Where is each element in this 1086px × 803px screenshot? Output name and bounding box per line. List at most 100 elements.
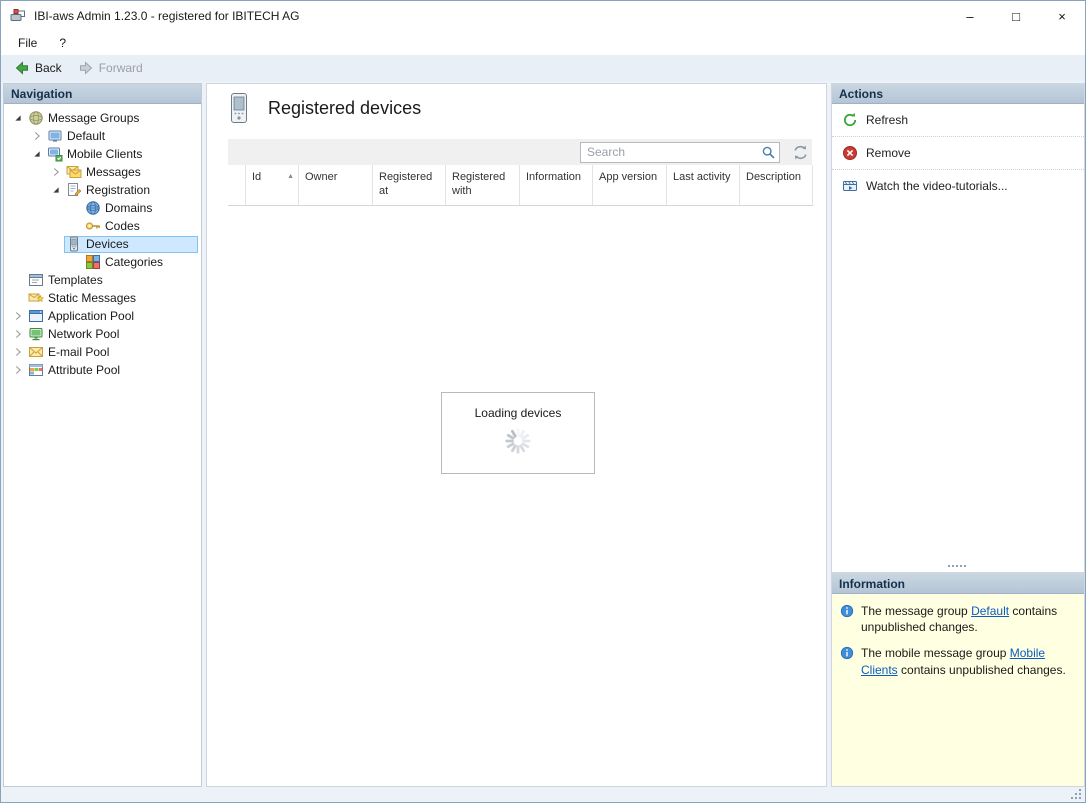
nav-item-registration[interactable]: Registration: [4, 181, 198, 199]
actions-panel-header: Actions: [832, 84, 1084, 104]
expander-spacer: [10, 272, 26, 288]
back-button-label: Back: [35, 61, 62, 75]
nav-item-network-pool[interactable]: Network Pool: [4, 325, 198, 343]
tree-item-body: Network Pool: [26, 326, 198, 343]
expander-collapsed-icon[interactable]: [29, 128, 45, 144]
message-groups-icon: [28, 110, 44, 126]
info-text: The message group Default contains unpub…: [861, 603, 1076, 635]
tree-item-body: Static Messages: [26, 290, 198, 307]
tree-item-label: Message Groups: [48, 111, 139, 125]
tree-item-body: Templates: [26, 272, 198, 289]
expander-expanded-icon[interactable]: [10, 110, 26, 126]
expander-expanded-icon[interactable]: [48, 182, 64, 198]
remove-icon: [842, 145, 858, 161]
loading-text: Loading devices: [442, 406, 594, 420]
column-header-registered-at[interactable]: Registered at: [373, 165, 446, 205]
column-header-label: Registered with: [452, 171, 505, 197]
categories-icon: [85, 254, 101, 270]
back-button[interactable]: Back: [9, 58, 67, 78]
app-icon: [10, 8, 26, 24]
resize-grip-icon[interactable]: [1069, 787, 1081, 799]
minimize-button[interactable]: –: [947, 1, 993, 31]
tree-item-body: Messages: [64, 164, 198, 181]
maximize-button[interactable]: □: [993, 1, 1039, 31]
expander-spacer: [48, 236, 64, 252]
expander-spacer: [67, 200, 83, 216]
tree-item-body: Domains: [83, 200, 198, 217]
forward-button[interactable]: Forward: [73, 58, 148, 78]
menu-item-help[interactable]: ?: [48, 33, 77, 53]
navigation-panel-header: Navigation: [4, 84, 201, 104]
column-header-registered-with[interactable]: Registered with: [446, 165, 520, 205]
column-header-information[interactable]: Information: [520, 165, 593, 205]
action-refresh[interactable]: Refresh: [832, 104, 1084, 137]
column-header-description[interactable]: Description: [740, 165, 813, 205]
close-button[interactable]: ×: [1039, 1, 1085, 31]
page-title: Registered devices: [268, 98, 421, 119]
tree-item-body: Message Groups: [26, 110, 198, 127]
nav-item-mobile-clients[interactable]: Mobile Clients: [4, 145, 198, 163]
tree-item-label: E-mail Pool: [48, 345, 109, 359]
link-default[interactable]: Default: [971, 604, 1009, 618]
menu-item-file[interactable]: File: [7, 33, 48, 53]
information-panel-header: Information: [832, 574, 1084, 594]
expander-spacer: [10, 290, 26, 306]
action-remove[interactable]: Remove: [832, 137, 1084, 170]
search-icon[interactable]: [761, 145, 776, 160]
expander-collapsed-icon[interactable]: [10, 362, 26, 378]
nav-item-attribute-pool[interactable]: Attribute Pool: [4, 361, 198, 379]
codes-icon: [85, 218, 101, 234]
information-panel: Information The message group Default co…: [831, 573, 1085, 787]
column-header-label: Id: [252, 171, 261, 183]
action-watch-the-video-tutorials[interactable]: Watch the video-tutorials...: [832, 170, 1084, 202]
nav-item-categories[interactable]: Categories: [4, 253, 198, 271]
tree-item-body: Mobile Clients: [45, 146, 198, 163]
application-window: IBI-aws Admin 1.23.0 - registered for IB…: [0, 0, 1086, 803]
nav-item-default[interactable]: Default: [4, 127, 198, 145]
titlebar: IBI-aws Admin 1.23.0 - registered for IB…: [1, 1, 1085, 31]
column-header-label: App version: [599, 171, 657, 183]
expander-collapsed-icon[interactable]: [10, 326, 26, 342]
main-panel: Registered devices Id▲ Owner Registered at…: [206, 83, 827, 787]
expander-collapsed-icon[interactable]: [48, 164, 64, 180]
nav-item-static-messages[interactable]: Static Messages: [4, 289, 198, 307]
tree-item-body: Application Pool: [26, 308, 198, 325]
tree-item-body: Default: [45, 128, 198, 145]
nav-item-application-pool[interactable]: Application Pool: [4, 307, 198, 325]
refresh-search-icon[interactable]: [791, 144, 810, 161]
column-header-app-version[interactable]: App version: [593, 165, 667, 205]
info-icon: [840, 646, 854, 660]
action-label: Remove: [866, 146, 911, 160]
column-header-label: Owner: [305, 171, 337, 183]
nav-item-domains[interactable]: Domains: [4, 199, 198, 217]
nav-item-devices[interactable]: Devices: [4, 235, 198, 253]
info-text-suffix: contains unpublished changes.: [898, 663, 1066, 677]
expander-spacer: [67, 218, 83, 234]
default-group-icon: [47, 128, 63, 144]
nav-item-templates[interactable]: Templates: [4, 271, 198, 289]
nav-item-message-groups[interactable]: Message Groups: [4, 109, 198, 127]
domains-icon: [85, 200, 101, 216]
devices-icon: [66, 236, 82, 252]
loading-box: Loading devices: [441, 392, 595, 474]
column-header-id[interactable]: Id▲: [246, 165, 299, 205]
tree-item-body: Categories: [83, 254, 198, 271]
toolbar: Back Forward: [1, 55, 1085, 81]
expander-collapsed-icon[interactable]: [10, 308, 26, 324]
nav-item-e-mail-pool[interactable]: E-mail Pool: [4, 343, 198, 361]
expander-collapsed-icon[interactable]: [10, 344, 26, 360]
navigation-tree: Message Groups Default Mobile Clients Messa…: [4, 104, 201, 379]
panel-splitter-handle[interactable]: [948, 565, 968, 569]
expander-expanded-icon[interactable]: [29, 146, 45, 162]
network-pool-icon: [28, 326, 44, 342]
nav-item-messages[interactable]: Messages: [4, 163, 198, 181]
search-input[interactable]: [581, 145, 761, 159]
tree-item-label: Messages: [86, 165, 141, 179]
column-header-last-activity[interactable]: Last activity: [667, 165, 740, 205]
tree-item-label: Attribute Pool: [48, 363, 120, 377]
video-icon: [842, 178, 858, 194]
column-header-label: Last activity: [673, 171, 730, 183]
nav-item-codes[interactable]: Codes: [4, 217, 198, 235]
tree-item-label: Default: [67, 129, 105, 143]
column-header-owner[interactable]: Owner: [299, 165, 373, 205]
